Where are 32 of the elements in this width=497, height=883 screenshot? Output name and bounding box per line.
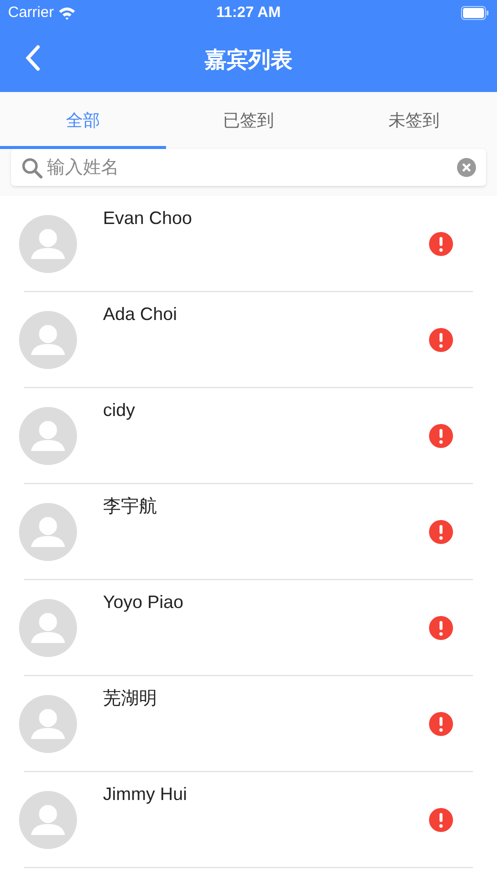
avatar-icon [19, 407, 77, 465]
tab[interactable]: 未签到 [331, 92, 497, 149]
guest-row[interactable]: 李宇航 [0, 484, 497, 580]
search-field[interactable]: 输入姓名 [11, 149, 486, 186]
guest-row[interactable]: cidy [0, 388, 497, 484]
page-title: 嘉宾列表 [204, 46, 292, 74]
clear-icon[interactable] [457, 158, 476, 177]
avatar-icon [19, 791, 77, 849]
battery-icon [460, 6, 489, 20]
avatar-icon [19, 695, 77, 753]
guest-name: 李宇航 [103, 495, 157, 518]
guest-row[interactable]: Evan Choo [0, 196, 497, 292]
avatar-icon [19, 215, 77, 273]
avatar-icon [19, 503, 77, 561]
search-input[interactable]: 输入姓名 [47, 154, 453, 181]
tab[interactable]: 已签到 [166, 92, 332, 149]
avatar-icon [19, 599, 77, 657]
carrier-label: Carrier [8, 2, 54, 23]
guest-row[interactable]: Yoyo Piao [0, 580, 497, 676]
guest-name: Jimmy Hui [103, 783, 187, 806]
guest-name: Yoyo Piao [103, 591, 184, 614]
guest-row[interactable]: 芜湖明 [0, 676, 497, 772]
guest-row[interactable]: Ada Choi [0, 292, 497, 388]
guest-name: 芜湖明 [103, 687, 157, 710]
search-icon [21, 156, 43, 178]
guest-name: Ada Choi [103, 303, 178, 326]
guest-name: cidy [103, 399, 136, 422]
guest-name: Evan Choo [103, 207, 192, 230]
clock: 11:27 AM [216, 2, 281, 23]
guest-row[interactable]: Jimmy Hui [0, 772, 497, 868]
wifi-icon [58, 6, 76, 20]
avatar-icon [19, 311, 77, 369]
